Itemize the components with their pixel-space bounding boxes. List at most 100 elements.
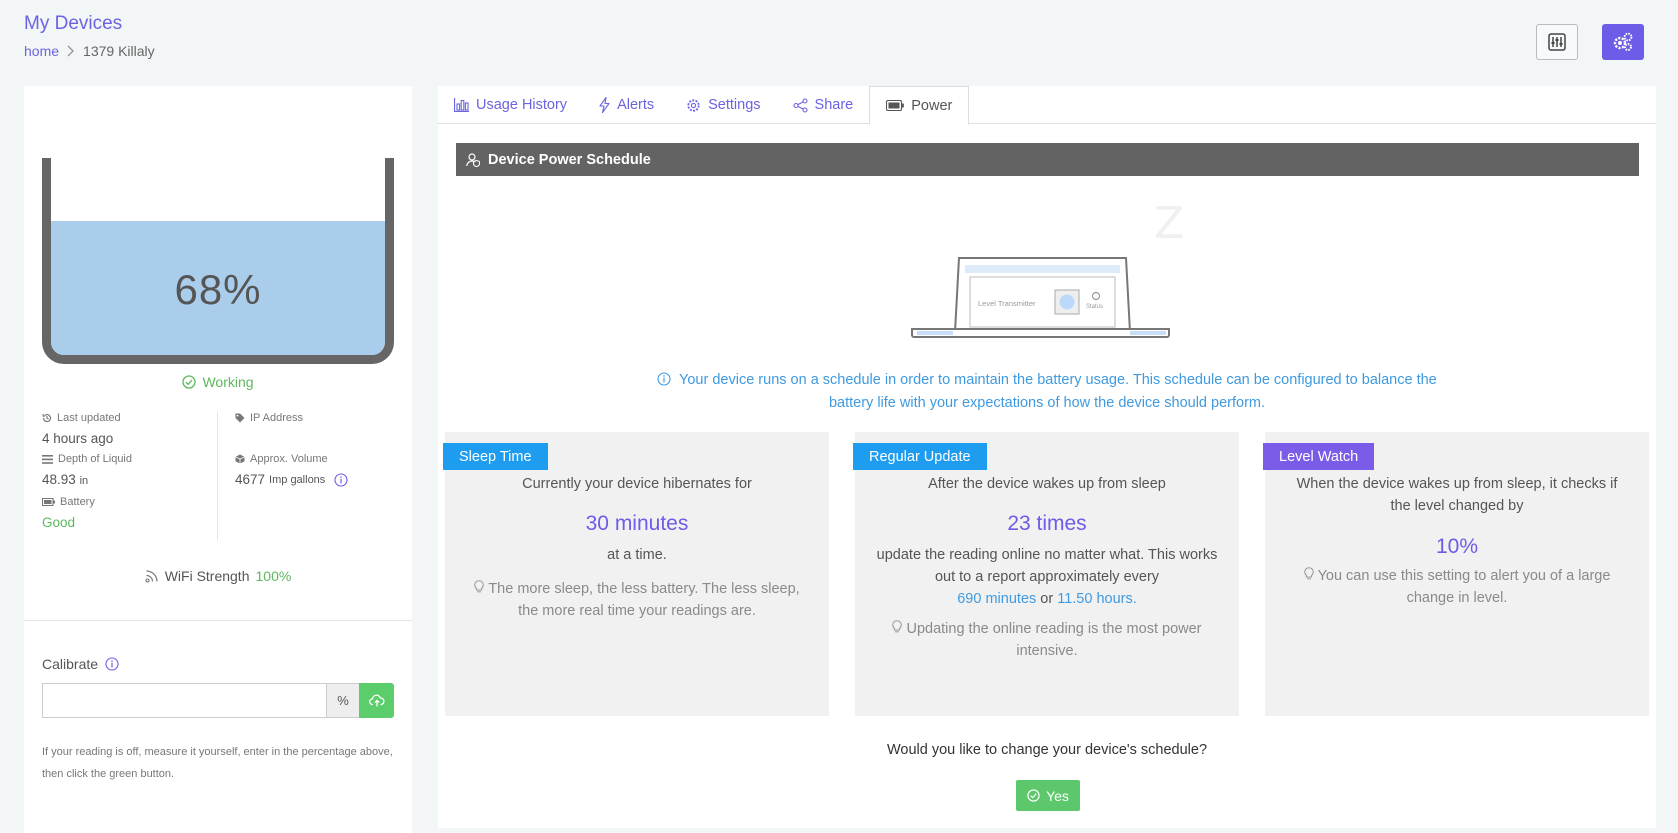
report-hours: 11.50 hours. [1057, 591, 1137, 607]
volume-value: 4677 Imp gallons [235, 472, 348, 487]
yes-button[interactable]: Yes [1016, 780, 1080, 811]
tab-bar: Usage History Alerts Settings Share Powe… [438, 86, 1656, 125]
calibrate-input[interactable] [42, 683, 326, 718]
breadcrumb: home 1379 Killaly [24, 43, 155, 59]
yes-button-label: Yes [1046, 787, 1069, 804]
sleep-intro: Currently your device hibernates for [522, 476, 752, 492]
sleep-z-letter: Z [1154, 198, 1185, 249]
last-updated-label: Last updated [42, 412, 121, 424]
calibrate-label: Calibrate [42, 656, 119, 672]
check-circle-icon [182, 375, 197, 389]
chevron-right-icon [67, 45, 75, 57]
last-updated-value: 4 hours ago [42, 431, 114, 446]
filter-button[interactable] [1536, 24, 1578, 60]
regular-tip: Updating the online reading is the most … [875, 618, 1219, 662]
volume-number: 4677 [235, 472, 266, 487]
tag-icon [235, 413, 245, 423]
page-title: My Devices [24, 13, 123, 34]
cloud-upload-icon [368, 694, 385, 708]
device-stats: Last updated 4 hours ago Depth of Liquid… [42, 412, 394, 540]
lightbulb-icon [474, 580, 484, 594]
sleep-time-card: Sleep Time Currently your device hiberna… [443, 432, 829, 716]
tank-level-percent: 68% [174, 266, 262, 313]
sleep-after: at a time. [607, 547, 667, 563]
power-info-text: Your device runs on a schedule in order … [638, 369, 1456, 415]
share-icon [792, 97, 808, 113]
sleep-duration[interactable]: 30 minutes [445, 512, 829, 536]
tab-usage-history-label: Usage History [476, 97, 568, 113]
tab-share[interactable]: Share [777, 86, 870, 124]
regular-after: update the reading online no matter what… [875, 544, 1219, 610]
regular-intro: After the device wakes up from sleep [928, 476, 1166, 492]
level-threshold[interactable]: 10% [1265, 535, 1649, 559]
gears-icon [1612, 32, 1634, 52]
calibrate-label-text: Calibrate [42, 656, 99, 672]
regular-update-card: Regular Update After the device wakes up… [853, 432, 1239, 716]
calibrate-help-text: If your reading is off, measure it yours… [42, 746, 393, 780]
tab-alerts[interactable]: Alerts [583, 86, 670, 124]
sleep-tip-text: The more sleep, the less battery. The le… [488, 581, 800, 619]
wifi-icon [145, 569, 159, 583]
device-detail-panel: Usage History Alerts Settings Share Powe… [438, 86, 1656, 828]
info-icon[interactable] [105, 657, 119, 671]
illustration-status-label: Status [1086, 304, 1103, 310]
calibrate-submit-button[interactable] [359, 683, 394, 718]
tab-alerts-label: Alerts [617, 97, 655, 113]
power-info-body: Your device runs on a schedule in order … [679, 372, 1437, 411]
tab-power[interactable]: Power [869, 86, 970, 125]
gear-icon [686, 98, 701, 113]
regular-tip-text: Updating the online reading is the most … [906, 621, 1202, 659]
depth-label: Depth of Liquid [42, 453, 132, 465]
battery-icon [886, 100, 905, 111]
level-tip-text: You can use this setting to alert you of… [1317, 568, 1611, 606]
device-illustration: Level Transmitter Status [911, 257, 1170, 338]
or-text: or [1040, 591, 1054, 607]
sleep-tip: The more sleep, the less battery. The le… [465, 578, 809, 622]
bar-chart-icon [454, 98, 469, 112]
tab-settings[interactable]: Settings [670, 86, 776, 124]
level-watch-card: Level Watch When the device wakes up fro… [1263, 432, 1649, 716]
tab-usage-history[interactable]: Usage History [438, 86, 583, 124]
tab-power-label: Power [911, 97, 953, 114]
depth-unit: in [79, 475, 89, 487]
history-icon [42, 413, 52, 423]
ip-label: IP Address [235, 412, 303, 424]
wifi-value: 100% [255, 568, 292, 584]
power-schedule-heading-text: Device Power Schedule [488, 151, 651, 168]
ip-label-text: IP Address [250, 412, 303, 424]
battery-label-text: Battery [60, 496, 95, 508]
device-summary-panel: 68% Working Last updated 4 hours ago Dep… [24, 86, 412, 833]
depth-number: 48.93 [42, 472, 76, 487]
info-icon [657, 372, 671, 386]
bolt-icon [599, 97, 610, 113]
power-schedule-heading: Device Power Schedule [456, 143, 1639, 176]
volume-unit: Imp gallons [269, 473, 326, 486]
volume-label-text: Approx. Volume [250, 453, 328, 465]
illustration-device-label: Level Transmitter [978, 299, 1036, 308]
battery-icon [42, 498, 55, 506]
check-circle-icon [1027, 789, 1040, 802]
depth-label-text: Depth of Liquid [58, 453, 132, 465]
tab-settings-label: Settings [708, 97, 761, 113]
cube-icon [235, 454, 245, 464]
stats-divider [217, 412, 218, 540]
device-status: Working [24, 374, 412, 390]
lightbulb-icon [1303, 567, 1314, 581]
regular-update-badge: Regular Update [853, 443, 987, 470]
regular-count[interactable]: 23 times [855, 512, 1239, 536]
volume-label: Approx. Volume [235, 453, 328, 465]
tab-share-label: Share [814, 97, 854, 113]
last-updated-label-text: Last updated [57, 412, 121, 424]
percent-addon: % [326, 683, 360, 718]
level-tip: You can use this setting to alert you of… [1285, 565, 1629, 609]
device-settings-button[interactable] [1602, 24, 1644, 60]
bars-icon [42, 454, 53, 464]
tank-gauge: 68% [42, 158, 394, 364]
battery-value: Good [42, 515, 76, 530]
info-icon[interactable] [334, 472, 348, 487]
sliders-icon [1548, 33, 1566, 51]
breadcrumb-home-link[interactable]: home [24, 43, 59, 59]
user-shield-icon [466, 152, 480, 167]
status-text: Working [202, 374, 254, 390]
lightbulb-icon [892, 620, 903, 634]
